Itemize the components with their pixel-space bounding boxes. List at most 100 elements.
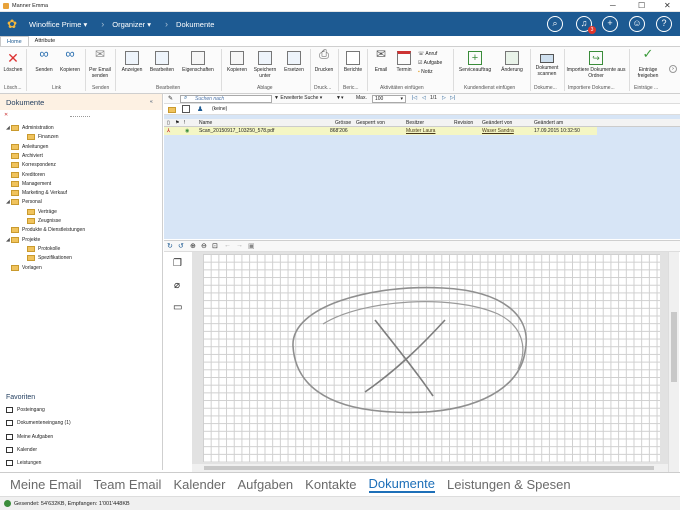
folder-tree-item[interactable]: Vorlagen	[6, 264, 42, 271]
print-button[interactable]: ⎙ Drucken	[312, 48, 336, 73]
delete-button[interactable]: ✕ Löschen	[3, 49, 23, 73]
folder-tree-item[interactable]: Spezifikationen	[22, 255, 72, 262]
comment-icon[interactable]: ▭	[173, 302, 182, 313]
replace-button[interactable]: Ersetzen	[280, 49, 308, 73]
filter-dropdown[interactable]: ▼▾	[336, 95, 343, 101]
maximize-icon[interactable]: ☐	[638, 1, 645, 10]
properties-button[interactable]: Eigenschaften	[178, 49, 218, 73]
doc-type-column-icon[interactable]: ▯	[167, 120, 170, 126]
folder-icon[interactable]	[168, 107, 176, 113]
horizontal-scrollbar[interactable]	[192, 464, 668, 472]
view-button[interactable]: Anzeigen	[118, 49, 146, 73]
service-order-button[interactable]: + Serviceauftrag	[456, 49, 494, 73]
close-icon[interactable]: ✕	[664, 1, 671, 10]
edit-button[interactable]: Bearbeiten	[148, 49, 176, 73]
favorite-item[interactable]: Meine Aufgaben	[6, 433, 53, 440]
folder-tree-item[interactable]: Finanzen	[22, 134, 59, 141]
folder-tree-item[interactable]: Produkte & Dienstleistungen	[6, 227, 85, 234]
link-copy-button[interactable]: ∞ Kopieren	[58, 47, 82, 73]
zoom-out-icon[interactable]: ⊖	[201, 242, 207, 250]
search-icon[interactable]: ⌕	[547, 16, 563, 32]
folder-tree-item[interactable]: Kreditoren	[6, 171, 45, 178]
ribbon-collapse-icon[interactable]: ›	[669, 65, 677, 73]
scroll-thumb[interactable]	[671, 312, 677, 382]
breadcrumb-section[interactable]: Organizer ▾	[112, 20, 151, 29]
previous-page-icon[interactable]: ◁	[422, 95, 426, 101]
nav-tab[interactable]: Aufgaben	[238, 477, 294, 492]
zoom-in-icon[interactable]: ⊕	[190, 242, 196, 250]
appointment-button[interactable]: Termin	[393, 49, 415, 73]
folder-tree-item[interactable]: Korrespondenz	[6, 162, 56, 169]
folder-tree-item[interactable]: ◢ Projekte	[6, 236, 40, 243]
nav-tab[interactable]: Leistungen & Spesen	[447, 477, 571, 492]
search-input[interactable]: Suchen nach	[180, 95, 272, 103]
first-page-icon[interactable]: |◁	[412, 95, 417, 101]
nav-tab[interactable]: Kalender	[173, 477, 225, 492]
favorite-item[interactable]: Leistungen	[6, 460, 41, 467]
clear-filter-icon[interactable]: ✕	[4, 112, 10, 118]
advanced-search-button[interactable]: ▼ Erweiterte Suche ▾	[274, 95, 322, 101]
col-name[interactable]: Name	[199, 120, 212, 126]
email-send-button[interactable]: ✉ Per Email senden	[88, 48, 112, 79]
nav-tab[interactable]: Team Email	[94, 477, 162, 492]
pane-collapse-icon[interactable]: «	[150, 99, 153, 105]
pencil-icon[interactable]: ✎	[168, 95, 173, 102]
folder-tree-item[interactable]: Archiviert	[6, 152, 43, 159]
nav-tab[interactable]: Kontakte	[305, 477, 356, 492]
save-as-button[interactable]: Speichern unter	[251, 49, 279, 79]
forward-icon[interactable]: →	[236, 242, 243, 249]
cell-owner[interactable]: Muster Laura	[406, 128, 435, 134]
flag-column-icon[interactable]: ⚑	[175, 120, 179, 126]
table-row[interactable]: ⅄ ◉ Scan_20150917_103250_578.pdf 868'206…	[164, 127, 597, 135]
minimize-icon[interactable]: ─	[610, 1, 616, 10]
scroll-thumb[interactable]	[204, 466, 654, 470]
folder-tree-item[interactable]: Marketing & Verkauf	[6, 190, 67, 197]
folder-tree-item[interactable]: ◢ Personal	[6, 199, 42, 206]
rotate-right-icon[interactable]: ↻	[167, 242, 173, 250]
view-options-icon[interactable]	[182, 105, 190, 113]
import-documents-button[interactable]: ↪ Importiere Dokumente aus Ordner	[566, 49, 626, 79]
favorite-item[interactable]: Kalender	[6, 446, 37, 453]
favorite-item[interactable]: Posteingang	[6, 407, 45, 413]
next-page-icon[interactable]: ▷	[442, 95, 446, 101]
col-locked-by[interactable]: Gesperrt von	[356, 120, 385, 126]
max-results-select[interactable]: 100 ▾	[372, 95, 406, 103]
help-icon[interactable]: ?	[656, 16, 672, 32]
rotate-left-icon[interactable]: ↺	[178, 242, 184, 250]
col-changed-at[interactable]: Geändert am	[534, 120, 563, 126]
scan-document-button[interactable]: Dokument scannen	[532, 49, 562, 77]
vertical-scrollbar[interactable]	[668, 252, 679, 472]
tab-attribute[interactable]: Attribute	[29, 36, 61, 46]
person-icon[interactable]: ♟	[197, 105, 203, 113]
note-button[interactable]: ▪ Notiz	[418, 68, 442, 77]
link-send-button[interactable]: ∞ Senden	[32, 47, 56, 73]
cell-changed-by[interactable]: Waser Sandra	[482, 128, 514, 134]
favorite-item[interactable]: Dokumenteneingang (1)	[6, 420, 71, 427]
scanned-document-page[interactable]	[203, 254, 660, 462]
nav-tab[interactable]: Meine Email	[10, 477, 82, 492]
copy-button[interactable]: Kopieren	[224, 49, 250, 73]
col-changed-by[interactable]: Geändert von	[482, 120, 512, 126]
last-page-icon[interactable]: ▷|	[450, 95, 455, 101]
breadcrumb-app[interactable]: Winoffice Prime ▾	[29, 20, 87, 29]
nav-tab[interactable]: Dokumente	[368, 476, 435, 493]
change-button[interactable]: Änderung	[498, 49, 526, 73]
col-size[interactable]: Grösse	[335, 120, 351, 126]
col-revision[interactable]: Revision	[454, 120, 473, 126]
pane-grip[interactable]	[70, 116, 90, 117]
folder-tree-item[interactable]: ◢ Administration	[6, 125, 54, 131]
folder-tree-item[interactable]: Management	[6, 180, 51, 187]
fit-page-icon[interactable]: ⊡	[212, 242, 218, 250]
folder-tree-item[interactable]: Verträge	[22, 208, 57, 215]
release-entries-button[interactable]: ✓ Einträge freigeben	[632, 47, 664, 79]
save-icon[interactable]: ▣	[248, 242, 255, 250]
call-button[interactable]: ☏ Anruf	[418, 50, 442, 59]
task-button[interactable]: ☑ Aufgabe	[418, 59, 442, 68]
folder-tree-item[interactable]: Anleitungen	[6, 143, 48, 150]
gear-logo-icon[interactable]: ✿	[7, 17, 21, 31]
pages-icon[interactable]: ❐	[173, 258, 182, 269]
importance-column-icon[interactable]: !	[184, 120, 185, 126]
folder-tree-item[interactable]: Protokolle	[22, 245, 60, 252]
user-icon[interactable]: ☺	[629, 16, 645, 32]
reports-button[interactable]: Berichte	[340, 49, 366, 73]
